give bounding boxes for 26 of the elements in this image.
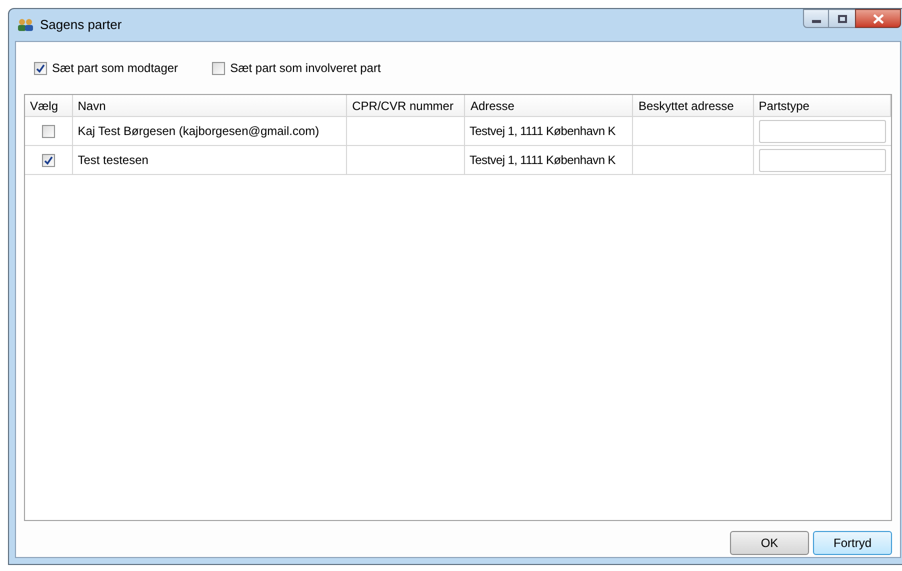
- maximize-button[interactable]: [829, 9, 855, 28]
- partstype-field[interactable]: [758, 148, 886, 172]
- close-button[interactable]: [855, 9, 901, 28]
- column-header[interactable]: Adresse: [465, 95, 634, 116]
- row-checkbox[interactable]: [42, 124, 55, 138]
- checkbox[interactable]: [34, 62, 47, 74]
- close-icon: [872, 14, 884, 24]
- minimize-button[interactable]: [803, 9, 829, 28]
- column-header[interactable]: Vælg: [25, 95, 73, 116]
- window-title: Sagens parter: [40, 16, 122, 34]
- column-header[interactable]: CPR/CVR nummer: [347, 95, 466, 116]
- column-header[interactable]: Navn: [72, 95, 348, 116]
- checkbox-label: Sæt part som involveret part: [230, 60, 381, 77]
- column-header[interactable]: Beskyttet adresse: [633, 95, 754, 116]
- column-header[interactable]: Partstype: [754, 95, 891, 116]
- row-checkbox[interactable]: [42, 154, 55, 166]
- dialog-button[interactable]: OK: [730, 531, 809, 555]
- dialog-button[interactable]: Fortryd: [813, 531, 892, 555]
- table-cell: Test testesen: [72, 146, 348, 174]
- partstype-field[interactable]: [758, 120, 886, 142]
- people-icon: [17, 18, 34, 32]
- table-cell: Testvej 1, 1111 København K: [465, 146, 634, 174]
- table-cell: Testvej 1, 1111 København K: [465, 117, 634, 145]
- checkbox[interactable]: [212, 62, 226, 74]
- table-cell: Kaj Test Børgesen (kajborgesen@gmail.com): [72, 117, 348, 145]
- checkbox-label: Sæt part som modtager: [52, 60, 178, 77]
